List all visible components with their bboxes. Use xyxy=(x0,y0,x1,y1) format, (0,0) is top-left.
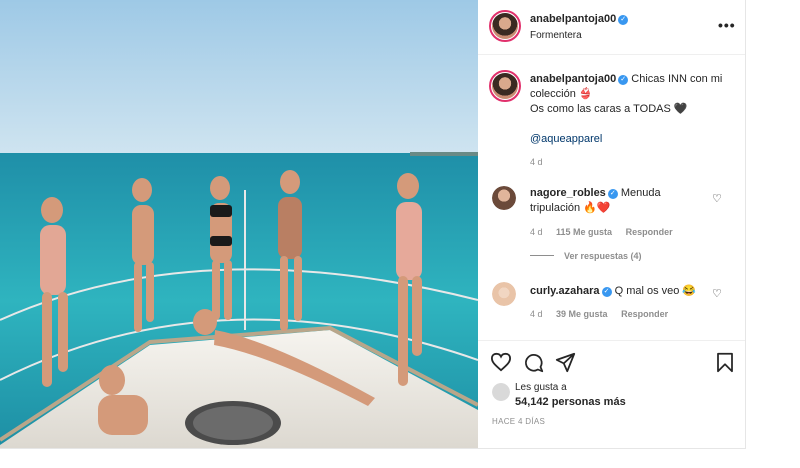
share-paper-plane-icon[interactable] xyxy=(555,352,576,373)
replies-divider xyxy=(530,255,554,256)
caption-avatar[interactable] xyxy=(489,70,521,102)
caption-mention-link[interactable]: @aqueapparel xyxy=(530,132,730,147)
caption-time: 4 d xyxy=(530,157,543,167)
post-header: anabelpantoja00 ✓ Formentera ••• xyxy=(478,0,745,55)
caption: anabelpantoja00 ✓ Chicas INN con mi colec… xyxy=(530,72,730,147)
verified-badge-icon: ✓ xyxy=(607,189,618,199)
post-sidebar: anabelpantoja00 ✓ Formentera ••• anabelpa… xyxy=(478,0,745,449)
comment-time: 4 d xyxy=(530,309,543,319)
comment-text: Q mal os veo 😂 xyxy=(614,285,697,297)
comment-like-heart-icon[interactable]: ♡ xyxy=(712,287,722,300)
comment-reply-button[interactable]: Responder xyxy=(626,227,673,237)
likes-label: Les gusta a xyxy=(515,382,567,393)
comment-time: 4 d xyxy=(530,227,543,237)
caption-text-line2: Os como las caras a TODAS 🖤 xyxy=(530,103,688,115)
comment-meta: 4 d 115 Me gusta Responder xyxy=(530,227,684,237)
post-date[interactable]: HACE 4 DÍAS xyxy=(492,417,545,426)
post-actions: Les gusta a 54,142 personas más HACE 4 D… xyxy=(478,340,745,449)
commenter-avatar[interactable] xyxy=(492,186,516,210)
frame-border xyxy=(745,0,746,449)
author-avatar[interactable] xyxy=(489,10,521,42)
post-photo-illustration xyxy=(0,0,478,449)
frame-border xyxy=(0,448,746,449)
save-bookmark-icon[interactable] xyxy=(716,352,734,373)
comment-meta: 4 d 39 Me gusta Responder xyxy=(530,309,679,319)
post-photo[interactable] xyxy=(0,0,478,449)
post-location[interactable]: Formentera xyxy=(530,30,582,41)
comment-likes[interactable]: 39 Me gusta xyxy=(556,309,608,319)
commenter-avatar[interactable] xyxy=(492,282,516,306)
liker-avatar xyxy=(492,383,510,401)
more-options-icon[interactable]: ••• xyxy=(718,17,736,33)
caption-username[interactable]: anabelpantoja00 xyxy=(530,73,616,85)
comment-body: curly.azahara ✓ Q mal os veo 😂 xyxy=(530,284,700,299)
likes-count[interactable]: 54,142 personas más xyxy=(515,396,626,408)
comment-bubble-icon[interactable] xyxy=(523,352,544,373)
comment-like-heart-icon[interactable]: ♡ xyxy=(712,192,722,205)
view-replies-label: Ver respuestas (4) xyxy=(564,251,642,261)
view-replies-button[interactable]: Ver respuestas (4) xyxy=(530,251,642,261)
comment-username[interactable]: nagore_robles xyxy=(530,187,606,199)
comment-likes[interactable]: 115 Me gusta xyxy=(556,227,612,237)
comment-reply-button[interactable]: Responder xyxy=(621,309,668,319)
comment-body: nagore_robles ✓ Menuda tripulación 🔥❤️ xyxy=(530,186,700,216)
verified-badge-icon: ✓ xyxy=(601,287,612,297)
verified-badge-icon: ✓ xyxy=(618,15,629,25)
verified-badge-icon: ✓ xyxy=(618,75,629,85)
comment-username[interactable]: curly.azahara xyxy=(530,285,600,297)
author-username[interactable]: anabelpantoja00 xyxy=(530,13,616,25)
like-heart-icon[interactable] xyxy=(490,352,512,372)
